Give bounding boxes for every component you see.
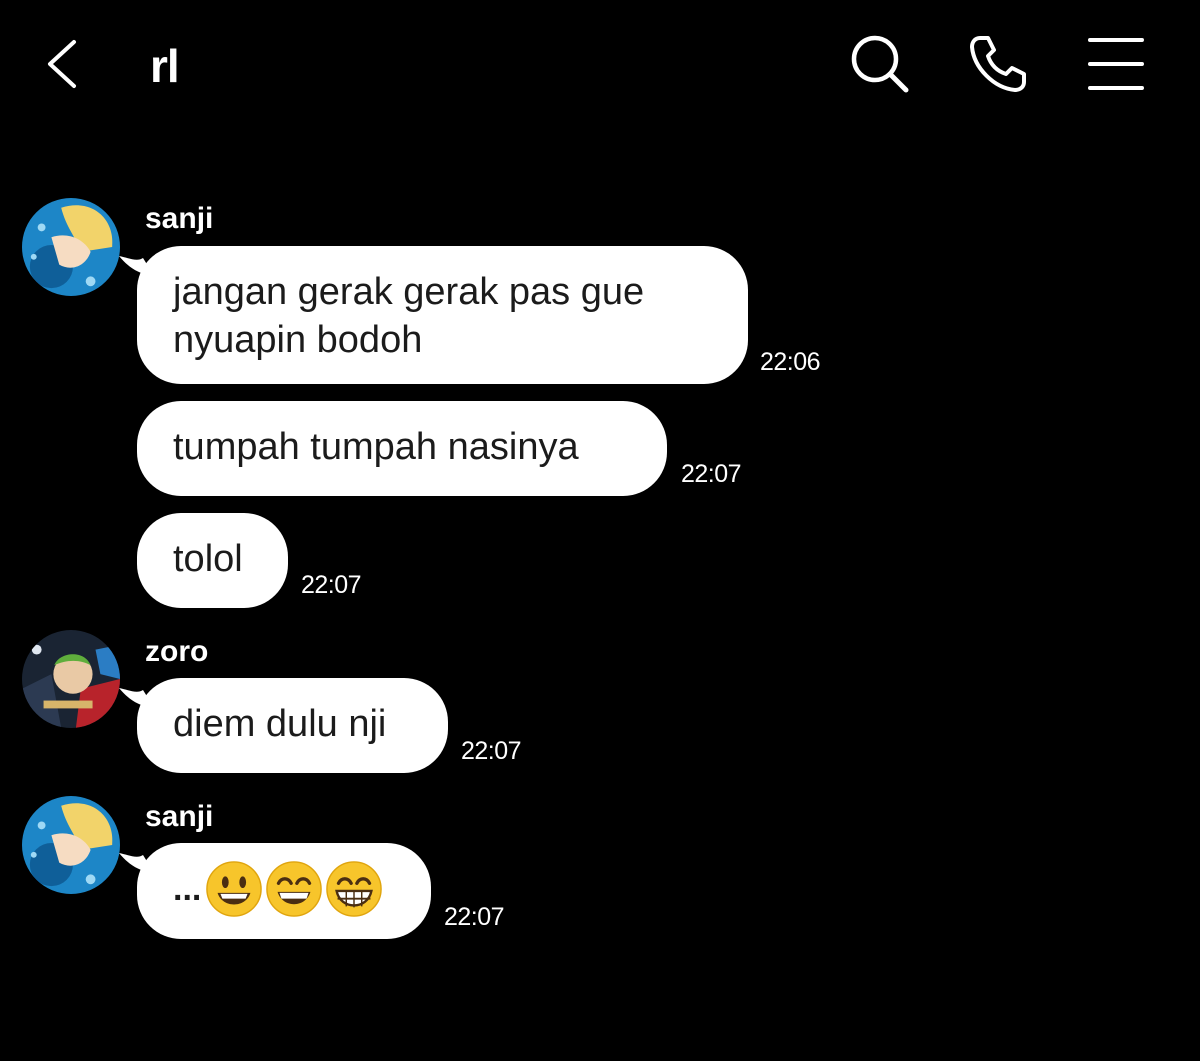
bubble-tail [119,688,153,707]
avatar-sanji[interactable] [22,796,120,894]
message-bubble[interactable]: tolol [137,513,288,608]
menu-icon [1088,38,1144,90]
sender-name: zoro [145,635,209,668]
avatar-zoro[interactable] [22,630,120,728]
chevron-left-icon [48,40,76,88]
sender-name: sanji [145,202,214,235]
message-text-line: diem dulu nji [173,703,387,745]
chat-header: rl [0,0,1200,130]
message-timestamp: 22:07 [681,460,742,488]
message-bubble[interactable]: tumpah tumpah nasinya [137,401,667,496]
bubble-tail [119,853,153,872]
message-text-line: tumpah tumpah nasinya [173,426,579,468]
grinning-face-with-smiling-eyes-emoji [266,861,323,917]
message-text: ... [173,870,202,908]
message-bubble[interactable]: ... [119,843,431,939]
message-timestamp: 22:07 [444,903,505,931]
grinning-face-emoji [206,861,263,917]
message-text-line: nyuapin bodoh [173,319,423,361]
emoji-message: ... [173,859,395,919]
message-timestamp: 22:07 [301,571,362,599]
call-button[interactable] [966,32,1030,96]
message-timestamp: 22:07 [461,737,522,765]
beaming-face-emoji [326,861,383,917]
phone-icon [970,36,1026,92]
search-button[interactable] [848,32,912,96]
bubble-tail [119,256,153,275]
search-icon [851,35,909,93]
avatar-sanji[interactable] [22,198,120,296]
message-timestamp: 22:06 [760,348,821,376]
chat-title: rl [150,40,180,92]
message-bubble[interactable]: diem dulu nji [119,678,448,773]
message-bubble[interactable]: jangan gerak gerak pas gue nyuapin bodoh [119,246,748,384]
menu-button[interactable] [1084,32,1148,96]
message-text-line: tolol [173,538,243,580]
message-text-line: jangan gerak gerak pas gue [173,271,645,313]
sender-name: sanji [145,800,214,833]
back-button[interactable] [36,34,88,94]
